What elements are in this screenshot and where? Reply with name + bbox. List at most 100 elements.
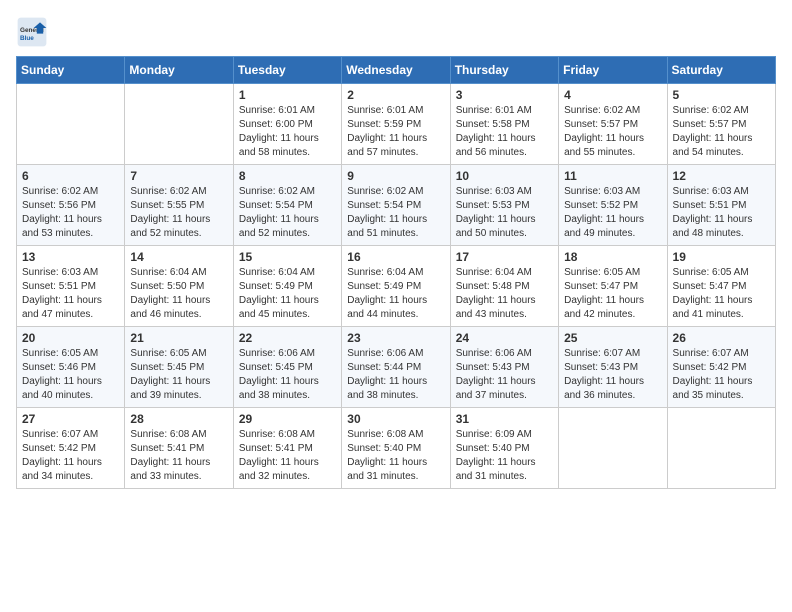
- day-number: 19: [673, 250, 770, 264]
- calendar-table: SundayMondayTuesdayWednesdayThursdayFrid…: [16, 56, 776, 489]
- logo-icon: General Blue: [16, 16, 48, 48]
- day-number: 27: [22, 412, 119, 426]
- calendar-cell: [559, 408, 667, 489]
- weekday-header-row: SundayMondayTuesdayWednesdayThursdayFrid…: [17, 57, 776, 84]
- day-info: Sunrise: 6:08 AMSunset: 5:40 PMDaylight:…: [347, 428, 444, 484]
- day-number: 29: [239, 412, 336, 426]
- calendar-cell: 3 Sunrise: 6:01 AMSunset: 5:58 PMDaylight…: [450, 84, 558, 165]
- day-number: 7: [130, 169, 227, 183]
- day-number: 14: [130, 250, 227, 264]
- day-number: 23: [347, 331, 444, 345]
- weekday-header-monday: Monday: [125, 57, 233, 84]
- day-number: 15: [239, 250, 336, 264]
- day-info: Sunrise: 6:03 AMSunset: 5:51 PMDaylight:…: [22, 266, 119, 322]
- calendar-week-3: 13 Sunrise: 6:03 AMSunset: 5:51 PMDayligh…: [17, 246, 776, 327]
- calendar-cell: [17, 84, 125, 165]
- day-info: Sunrise: 6:02 AMSunset: 5:56 PMDaylight:…: [22, 185, 119, 241]
- day-info: Sunrise: 6:06 AMSunset: 5:43 PMDaylight:…: [456, 347, 553, 403]
- calendar-cell: 18 Sunrise: 6:05 AMSunset: 5:47 PMDayligh…: [559, 246, 667, 327]
- day-number: 9: [347, 169, 444, 183]
- day-info: Sunrise: 6:08 AMSunset: 5:41 PMDaylight:…: [130, 428, 227, 484]
- page-header: General Blue: [16, 16, 776, 48]
- day-info: Sunrise: 6:02 AMSunset: 5:55 PMDaylight:…: [130, 185, 227, 241]
- day-info: Sunrise: 6:04 AMSunset: 5:49 PMDaylight:…: [239, 266, 336, 322]
- day-info: Sunrise: 6:04 AMSunset: 5:49 PMDaylight:…: [347, 266, 444, 322]
- day-number: 26: [673, 331, 770, 345]
- day-info: Sunrise: 6:02 AMSunset: 5:54 PMDaylight:…: [347, 185, 444, 241]
- day-info: Sunrise: 6:05 AMSunset: 5:47 PMDaylight:…: [564, 266, 661, 322]
- day-number: 25: [564, 331, 661, 345]
- calendar-cell: 8 Sunrise: 6:02 AMSunset: 5:54 PMDaylight…: [233, 165, 341, 246]
- calendar-cell: 14 Sunrise: 6:04 AMSunset: 5:50 PMDayligh…: [125, 246, 233, 327]
- day-number: 2: [347, 88, 444, 102]
- day-info: Sunrise: 6:07 AMSunset: 5:42 PMDaylight:…: [673, 347, 770, 403]
- calendar-cell: [667, 408, 775, 489]
- day-number: 3: [456, 88, 553, 102]
- calendar-cell: 28 Sunrise: 6:08 AMSunset: 5:41 PMDayligh…: [125, 408, 233, 489]
- day-number: 17: [456, 250, 553, 264]
- day-info: Sunrise: 6:01 AMSunset: 6:00 PMDaylight:…: [239, 104, 336, 160]
- day-number: 24: [456, 331, 553, 345]
- calendar-cell: 26 Sunrise: 6:07 AMSunset: 5:42 PMDayligh…: [667, 327, 775, 408]
- day-info: Sunrise: 6:01 AMSunset: 5:58 PMDaylight:…: [456, 104, 553, 160]
- day-number: 4: [564, 88, 661, 102]
- day-info: Sunrise: 6:07 AMSunset: 5:42 PMDaylight:…: [22, 428, 119, 484]
- day-number: 20: [22, 331, 119, 345]
- calendar-cell: 13 Sunrise: 6:03 AMSunset: 5:51 PMDayligh…: [17, 246, 125, 327]
- calendar-cell: 20 Sunrise: 6:05 AMSunset: 5:46 PMDayligh…: [17, 327, 125, 408]
- calendar-cell: 27 Sunrise: 6:07 AMSunset: 5:42 PMDayligh…: [17, 408, 125, 489]
- day-info: Sunrise: 6:05 AMSunset: 5:46 PMDaylight:…: [22, 347, 119, 403]
- day-info: Sunrise: 6:05 AMSunset: 5:47 PMDaylight:…: [673, 266, 770, 322]
- calendar-cell: 30 Sunrise: 6:08 AMSunset: 5:40 PMDayligh…: [342, 408, 450, 489]
- calendar-cell: 29Sunrise: 6:08 AMSunset: 5:41 PMDayligh…: [233, 408, 341, 489]
- calendar-cell: 22Sunrise: 6:06 AMSunset: 5:45 PMDayligh…: [233, 327, 341, 408]
- day-info: Sunrise: 6:03 AMSunset: 5:52 PMDaylight:…: [564, 185, 661, 241]
- calendar-cell: 21Sunrise: 6:05 AMSunset: 5:45 PMDayligh…: [125, 327, 233, 408]
- day-number: 6: [22, 169, 119, 183]
- logo: General Blue: [16, 16, 52, 48]
- day-info: Sunrise: 6:09 AMSunset: 5:40 PMDaylight:…: [456, 428, 553, 484]
- day-info: Sunrise: 6:02 AMSunset: 5:57 PMDaylight:…: [564, 104, 661, 160]
- calendar-cell: 11 Sunrise: 6:03 AMSunset: 5:52 PMDayligh…: [559, 165, 667, 246]
- day-info: Sunrise: 6:04 AMSunset: 5:48 PMDaylight:…: [456, 266, 553, 322]
- day-number: 18: [564, 250, 661, 264]
- day-number: 31: [456, 412, 553, 426]
- calendar-week-2: 6 Sunrise: 6:02 AMSunset: 5:56 PMDaylight…: [17, 165, 776, 246]
- calendar-cell: 17 Sunrise: 6:04 AMSunset: 5:48 PMDayligh…: [450, 246, 558, 327]
- weekday-header-sunday: Sunday: [17, 57, 125, 84]
- weekday-header-thursday: Thursday: [450, 57, 558, 84]
- day-number: 11: [564, 169, 661, 183]
- day-number: 28: [130, 412, 227, 426]
- calendar-cell: 31 Sunrise: 6:09 AMSunset: 5:40 PMDayligh…: [450, 408, 558, 489]
- calendar-week-5: 27 Sunrise: 6:07 AMSunset: 5:42 PMDayligh…: [17, 408, 776, 489]
- calendar-cell: 5Sunrise: 6:02 AMSunset: 5:57 PMDaylight…: [667, 84, 775, 165]
- day-info: Sunrise: 6:06 AMSunset: 5:44 PMDaylight:…: [347, 347, 444, 403]
- day-number: 12: [673, 169, 770, 183]
- day-info: Sunrise: 6:02 AMSunset: 5:57 PMDaylight:…: [673, 104, 770, 160]
- calendar-cell: 12Sunrise: 6:03 AMSunset: 5:51 PMDayligh…: [667, 165, 775, 246]
- calendar-cell: 15 Sunrise: 6:04 AMSunset: 5:49 PMDayligh…: [233, 246, 341, 327]
- day-info: Sunrise: 6:02 AMSunset: 5:54 PMDaylight:…: [239, 185, 336, 241]
- calendar-cell: 1Sunrise: 6:01 AMSunset: 6:00 PMDaylight…: [233, 84, 341, 165]
- calendar-cell: 24 Sunrise: 6:06 AMSunset: 5:43 PMDayligh…: [450, 327, 558, 408]
- day-info: Sunrise: 6:07 AMSunset: 5:43 PMDaylight:…: [564, 347, 661, 403]
- day-number: 30: [347, 412, 444, 426]
- calendar-cell: 23 Sunrise: 6:06 AMSunset: 5:44 PMDayligh…: [342, 327, 450, 408]
- calendar-cell: 10Sunrise: 6:03 AMSunset: 5:53 PMDayligh…: [450, 165, 558, 246]
- calendar-cell: 6 Sunrise: 6:02 AMSunset: 5:56 PMDaylight…: [17, 165, 125, 246]
- svg-text:Blue: Blue: [20, 35, 34, 42]
- weekday-header-saturday: Saturday: [667, 57, 775, 84]
- calendar-cell: 7 Sunrise: 6:02 AMSunset: 5:55 PMDaylight…: [125, 165, 233, 246]
- day-number: 13: [22, 250, 119, 264]
- calendar-cell: 16 Sunrise: 6:04 AMSunset: 5:49 PMDayligh…: [342, 246, 450, 327]
- calendar-cell: 9 Sunrise: 6:02 AMSunset: 5:54 PMDaylight…: [342, 165, 450, 246]
- calendar-cell: 4 Sunrise: 6:02 AMSunset: 5:57 PMDaylight…: [559, 84, 667, 165]
- weekday-header-friday: Friday: [559, 57, 667, 84]
- day-number: 16: [347, 250, 444, 264]
- calendar-cell: 19 Sunrise: 6:05 AMSunset: 5:47 PMDayligh…: [667, 246, 775, 327]
- day-info: Sunrise: 6:04 AMSunset: 5:50 PMDaylight:…: [130, 266, 227, 322]
- calendar-week-4: 20 Sunrise: 6:05 AMSunset: 5:46 PMDayligh…: [17, 327, 776, 408]
- day-number: 8: [239, 169, 336, 183]
- weekday-header-tuesday: Tuesday: [233, 57, 341, 84]
- day-info: Sunrise: 6:03 AMSunset: 5:53 PMDaylight:…: [456, 185, 553, 241]
